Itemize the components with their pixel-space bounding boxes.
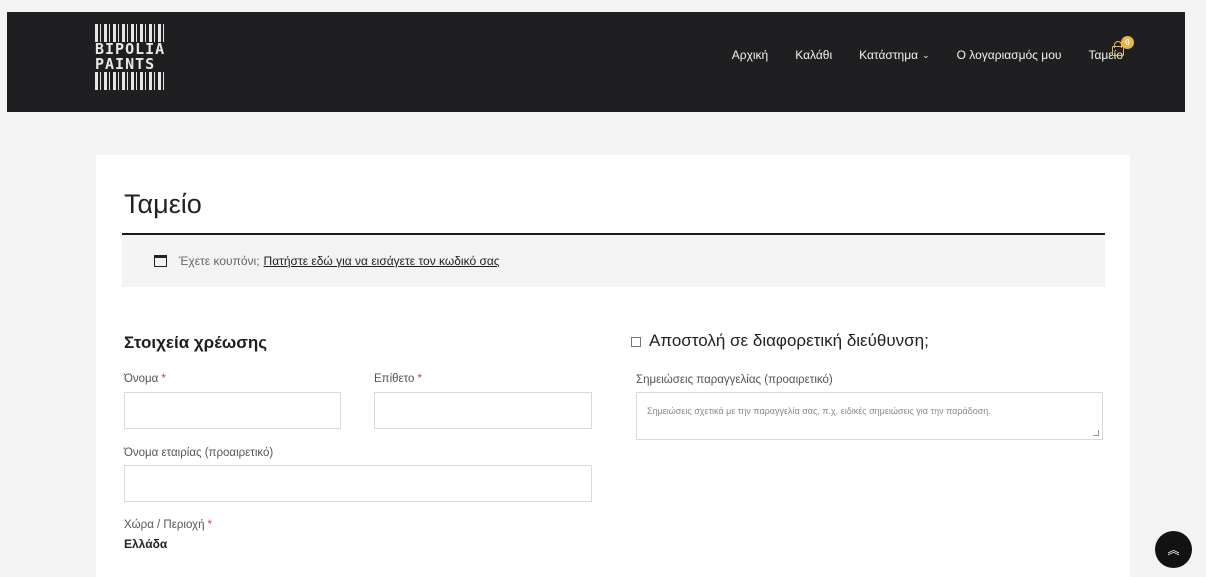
logo-line-2: PAINTS <box>95 55 156 73</box>
ship-different-label: Αποστολή σε διαφορετική διεύθυνση; <box>649 331 929 350</box>
chevron-down-icon: ⌄ <box>922 49 930 60</box>
required-mark: * <box>161 373 166 385</box>
coupon-link[interactable]: Πατήστε εδώ για να εισάγετε τον κωδικό σ… <box>264 254 500 268</box>
required-mark: * <box>207 519 212 531</box>
required-mark: * <box>417 373 422 385</box>
nav-item-shop-label: Κατάστημα <box>859 48 919 62</box>
main-nav: Αρχική Καλάθι Κατάστημα ⌄ Ο λογαριασμός … <box>705 48 1123 62</box>
first-name-label-text: Όνομα <box>124 373 159 385</box>
last-name-label-text: Επίθετο <box>374 373 415 385</box>
coupon-text: Έχετε κουπόνι; <box>179 254 260 268</box>
double-chevron-up-icon[interactable]: ︽ <box>1155 531 1192 568</box>
first-name-input[interactable] <box>124 392 341 429</box>
checkout-card: Ταμείο Έχετε κουπόνι; Πατήστε εδώ για να… <box>96 155 1130 577</box>
page-title: Ταμείο <box>124 189 202 219</box>
company-label: Όνομα εταιρίας (προαιρετικό) <box>124 447 274 459</box>
cart-icon[interactable]: 0 <box>1110 36 1134 62</box>
order-notes-textarea[interactable]: Σημειώσεις σχετικά με την παραγγελία σας… <box>636 392 1103 440</box>
country-value: Ελλάδα <box>124 537 168 551</box>
last-name-input[interactable] <box>374 392 592 429</box>
calendar-icon <box>154 255 167 267</box>
site-logo[interactable]: BIPOLIA PAINTS <box>95 24 167 104</box>
resize-handle-icon[interactable] <box>1093 430 1099 436</box>
cart-count-badge: 0 <box>1121 36 1134 49</box>
coupon-notice: Έχετε κουπόνι; Πατήστε εδώ για να εισάγε… <box>122 235 1105 287</box>
last-name-label: Επίθετο * <box>374 373 422 385</box>
nav-item-cart[interactable]: Καλάθι <box>795 48 832 62</box>
ship-different-address[interactable]: Αποστολή σε διαφορετική διεύθυνση; <box>631 331 929 351</box>
nav-item-account[interactable]: Ο λογαριασμός μου <box>957 48 1062 62</box>
nav-item-shop[interactable]: Κατάστημα ⌄ <box>859 48 930 62</box>
ship-different-checkbox[interactable] <box>631 336 641 347</box>
order-notes-label: Σημειώσεις παραγγελίας (προαιρετικό) <box>636 374 833 386</box>
billing-title: Στοιχεία χρέωσης <box>124 333 268 352</box>
company-input[interactable] <box>124 465 592 502</box>
nav-item-home[interactable]: Αρχική <box>732 48 768 62</box>
order-notes-placeholder: Σημειώσεις σχετικά με την παραγγελία σας… <box>647 406 991 416</box>
first-name-label: Όνομα * <box>124 373 166 385</box>
site-header: BIPOLIA PAINTS Αρχική Καλάθι Κατάστημα ⌄… <box>7 12 1185 112</box>
country-label-text: Χώρα / Περιοχή <box>124 519 205 531</box>
country-label: Χώρα / Περιοχή * <box>124 519 212 531</box>
